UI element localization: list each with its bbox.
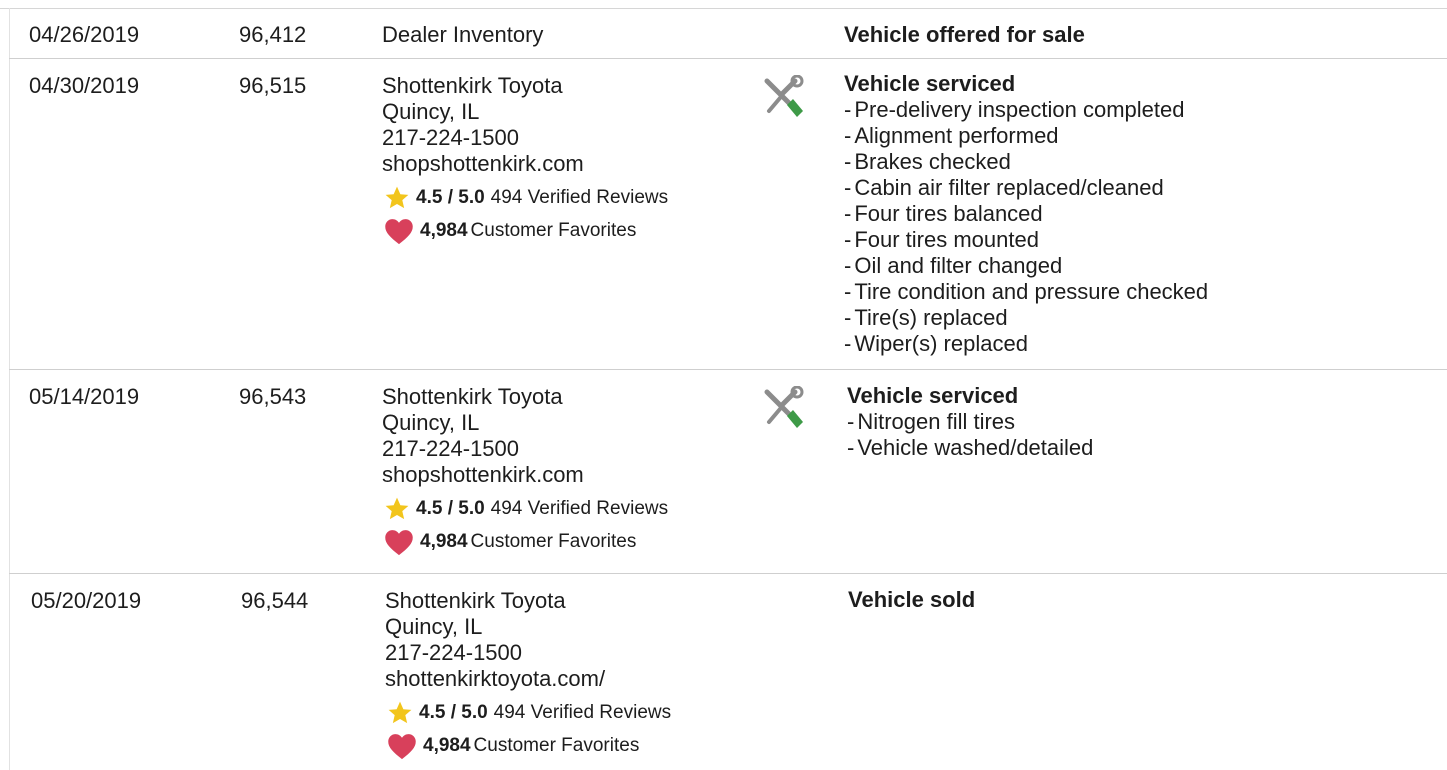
service-tools-icon bbox=[764, 75, 804, 117]
dealer-phone: 217-224-1500 bbox=[382, 436, 520, 461]
heart-icon bbox=[388, 734, 416, 760]
rating-line: 4.5 / 5.0 494 Verified Reviews bbox=[384, 496, 668, 522]
dealer-website: shopshottenkirk.com bbox=[382, 462, 584, 487]
date-cell: 04/30/2019 bbox=[29, 73, 140, 98]
odometer-cell: 96,412 bbox=[239, 22, 307, 47]
favorites-count: 4,984 bbox=[420, 220, 468, 241]
detail-item: Four tires balanced bbox=[844, 201, 1208, 227]
rating-value: 4.5 / 5.0 bbox=[416, 498, 485, 519]
detail-item: Wiper(s) replaced bbox=[844, 331, 1208, 357]
detail-item: Vehicle washed/detailed bbox=[847, 435, 1093, 461]
history-row: 04/26/2019 96,412 Dealer Inventory Vehic… bbox=[9, 9, 1447, 59]
detail-item: Tire(s) replaced bbox=[844, 305, 1208, 331]
details-cell: Vehicle sold bbox=[848, 587, 975, 613]
dealer-website: shopshottenkirk.com bbox=[382, 151, 584, 176]
rating-line: 4.5 / 5.0 494 Verified Reviews bbox=[387, 700, 671, 726]
detail-item: Alignment performed bbox=[844, 123, 1208, 149]
favorites-count: 4,984 bbox=[420, 531, 468, 552]
heart-icon bbox=[385, 219, 413, 245]
history-row: 05/14/2019 96,543 Shottenkirk Toyota Qui… bbox=[9, 370, 1447, 574]
detail-item: Nitrogen fill tires bbox=[847, 409, 1093, 435]
detail-item: Tire condition and pressure checked bbox=[844, 279, 1208, 305]
source-cell: Shottenkirk Toyota Quincy, IL 217-224-15… bbox=[385, 588, 671, 760]
favorites-label: Customer Favorites bbox=[470, 531, 637, 552]
favorites-line: 4,984 Customer Favorites bbox=[384, 528, 668, 556]
heart-icon bbox=[385, 530, 413, 556]
favorites-label: Customer Favorites bbox=[473, 735, 640, 756]
favorites-line: 4,984 Customer Favorites bbox=[384, 217, 668, 245]
detail-item: Brakes checked bbox=[844, 149, 1208, 175]
star-icon bbox=[385, 497, 409, 520]
date-cell: 04/26/2019 bbox=[29, 22, 140, 47]
history-row: 05/20/2019 96,544 Shottenkirk Toyota Qui… bbox=[9, 574, 1447, 770]
service-tools-icon bbox=[764, 386, 804, 428]
details-cell: Vehicle serviced Pre-delivery inspection… bbox=[844, 71, 1208, 357]
detail-item: Oil and filter changed bbox=[844, 253, 1208, 279]
event-headline: Vehicle sold bbox=[848, 587, 976, 612]
reviews-count: 494 Verified Reviews bbox=[490, 187, 669, 208]
rating-line: 4.5 / 5.0 494 Verified Reviews bbox=[384, 185, 668, 211]
dealer-location: Quincy, IL bbox=[385, 614, 483, 639]
date-cell: 05/20/2019 bbox=[31, 588, 142, 613]
reviews-count: 494 Verified Reviews bbox=[490, 498, 669, 519]
dealer-website: shottenkirktoyota.com/ bbox=[385, 666, 606, 691]
rating-value: 4.5 / 5.0 bbox=[419, 702, 488, 723]
source-cell: Shottenkirk Toyota Quincy, IL 217-224-15… bbox=[382, 73, 668, 245]
dealer-location: Quincy, IL bbox=[382, 99, 480, 124]
source-line: Dealer Inventory bbox=[382, 22, 544, 47]
favorites-count: 4,984 bbox=[423, 735, 471, 756]
history-row: 04/30/2019 96,515 Shottenkirk Toyota Qui… bbox=[9, 59, 1447, 370]
dealer-location: Quincy, IL bbox=[382, 410, 480, 435]
detail-item: Four tires mounted bbox=[844, 227, 1208, 253]
rating-value: 4.5 / 5.0 bbox=[416, 187, 485, 208]
event-headline: Vehicle offered for sale bbox=[844, 22, 1085, 47]
dealer-name: Shottenkirk Toyota bbox=[382, 384, 563, 409]
event-headline: Vehicle serviced bbox=[847, 383, 1019, 408]
reviews-count: 494 Verified Reviews bbox=[493, 702, 672, 723]
dealer-phone: 217-224-1500 bbox=[385, 640, 523, 665]
date-cell: 05/14/2019 bbox=[29, 384, 140, 409]
detail-item: Pre-delivery inspection completed bbox=[844, 97, 1208, 123]
dealer-phone: 217-224-1500 bbox=[382, 125, 520, 150]
odometer-cell: 96,544 bbox=[241, 588, 309, 613]
odometer-cell: 96,543 bbox=[239, 384, 307, 409]
odometer-cell: 96,515 bbox=[239, 73, 307, 98]
favorites-line: 4,984 Customer Favorites bbox=[387, 732, 671, 760]
details-cell: Vehicle offered for sale bbox=[844, 22, 1085, 48]
details-cell: Vehicle serviced Nitrogen fill tires Veh… bbox=[847, 383, 1093, 461]
event-headline: Vehicle serviced bbox=[844, 71, 1016, 96]
star-icon bbox=[388, 701, 412, 724]
dealer-name: Shottenkirk Toyota bbox=[385, 588, 566, 613]
source-cell: Shottenkirk Toyota Quincy, IL 217-224-15… bbox=[382, 384, 668, 556]
detail-item: Cabin air filter replaced/cleaned bbox=[844, 175, 1208, 201]
star-icon bbox=[385, 186, 409, 209]
dealer-name: Shottenkirk Toyota bbox=[382, 73, 563, 98]
source-cell: Dealer Inventory bbox=[382, 22, 543, 48]
favorites-label: Customer Favorites bbox=[470, 220, 637, 241]
